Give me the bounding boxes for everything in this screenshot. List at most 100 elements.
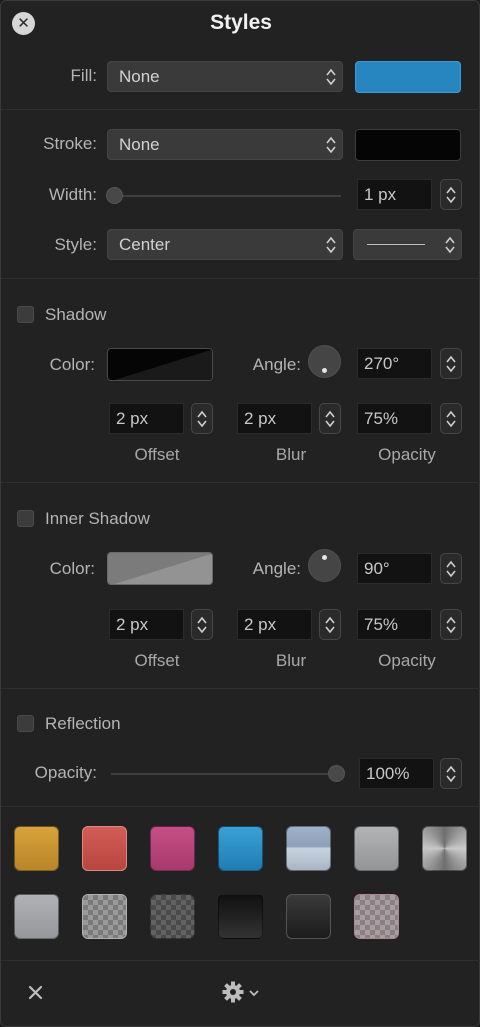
preset-checker-dark[interactable] bbox=[150, 894, 195, 939]
stroke-label: Stroke: bbox=[43, 134, 97, 153]
width-slider-track[interactable] bbox=[113, 195, 341, 197]
preset-blue[interactable] bbox=[218, 826, 263, 871]
line-style-preview bbox=[367, 244, 425, 245]
preset-light-gray[interactable] bbox=[14, 894, 59, 939]
gear-icon bbox=[222, 981, 244, 1003]
inner-shadow-angle-label: Angle: bbox=[252, 559, 301, 578]
shadow-angle-field[interactable]: 270° bbox=[357, 348, 432, 379]
reflection-opacity-stepper[interactable] bbox=[440, 758, 462, 789]
updown-arrows-icon bbox=[445, 236, 455, 254]
reflection-checkbox[interactable] bbox=[17, 715, 34, 732]
style-label: Style: bbox=[54, 235, 97, 254]
inner-shadow-opacity-field[interactable]: 75% bbox=[357, 609, 432, 640]
divider bbox=[1, 278, 480, 279]
stroke-color-well[interactable] bbox=[355, 129, 461, 161]
stepper-arrows-icon bbox=[446, 186, 456, 204]
shadow-color-label: Color: bbox=[49, 355, 95, 374]
shadow-opacity-caption: Opacity bbox=[378, 445, 436, 464]
updown-arrows-icon bbox=[326, 236, 336, 254]
shadow-offset-field[interactable]: 2 px bbox=[109, 403, 184, 434]
preset-red[interactable] bbox=[82, 826, 127, 871]
reflection-label: Reflection bbox=[45, 714, 121, 733]
inner-shadow-checkbox[interactable] bbox=[17, 510, 34, 527]
inner-shadow-color-well[interactable] bbox=[107, 552, 213, 585]
preset-pink[interactable] bbox=[150, 826, 195, 871]
divider bbox=[1, 806, 480, 807]
width-field[interactable]: 1 px bbox=[357, 179, 432, 210]
inner-shadow-blur-stepper[interactable] bbox=[319, 609, 341, 640]
inner-shadow-opacity-stepper[interactable] bbox=[440, 609, 462, 640]
shadow-label: Shadow bbox=[45, 305, 107, 324]
fill-label: Fill: bbox=[70, 66, 97, 85]
reflection-opacity-slider-knob[interactable] bbox=[328, 765, 345, 782]
reflection-opacity-field[interactable]: 100% bbox=[359, 758, 434, 789]
stepper-arrows-icon bbox=[446, 560, 456, 578]
updown-arrows-icon bbox=[326, 136, 336, 154]
stroke-select-value: None bbox=[119, 135, 160, 154]
shadow-offset-caption: Offset bbox=[134, 445, 180, 464]
shadow-angle-stepper[interactable] bbox=[440, 348, 462, 379]
inner-shadow-angle-field[interactable]: 90° bbox=[357, 553, 432, 584]
chevron-down-icon bbox=[249, 990, 259, 997]
fill-select[interactable]: None bbox=[107, 61, 343, 92]
inner-shadow-color-label: Color: bbox=[49, 559, 95, 578]
shadow-opacity-stepper[interactable] bbox=[440, 403, 462, 434]
stepper-arrows-icon bbox=[446, 355, 456, 373]
preset-sky[interactable] bbox=[286, 826, 331, 871]
shadow-angle-label: Angle: bbox=[252, 355, 301, 374]
styles-panel: ✕ Styles Fill: None Stroke: None Width: … bbox=[0, 0, 480, 1027]
inner-shadow-opacity-caption: Opacity bbox=[378, 651, 436, 670]
color-well-swatch bbox=[108, 553, 212, 584]
divider bbox=[1, 688, 480, 689]
preset-checker-pink[interactable] bbox=[354, 894, 399, 939]
stepper-arrows-icon bbox=[325, 616, 335, 634]
stroke-style-value: Center bbox=[119, 235, 171, 254]
divider bbox=[1, 960, 480, 961]
stepper-arrows-icon bbox=[446, 410, 456, 428]
shadow-offset-stepper[interactable] bbox=[191, 403, 213, 434]
stepper-arrows-icon bbox=[197, 616, 207, 634]
preset-checker-light[interactable] bbox=[82, 894, 127, 939]
stepper-arrows-icon bbox=[325, 410, 335, 428]
preset-silver[interactable] bbox=[354, 826, 399, 871]
line-style-select[interactable] bbox=[353, 229, 462, 260]
shadow-blur-stepper[interactable] bbox=[319, 403, 341, 434]
stepper-arrows-icon bbox=[197, 410, 207, 428]
divider bbox=[1, 109, 480, 110]
preset-gold[interactable] bbox=[14, 826, 59, 871]
shadow-angle-dial[interactable] bbox=[308, 345, 341, 378]
angle-indicator-dot bbox=[322, 555, 327, 560]
inner-shadow-angle-dial[interactable] bbox=[308, 549, 341, 582]
angle-indicator-dot bbox=[322, 368, 327, 373]
shadow-color-well[interactable] bbox=[107, 348, 213, 381]
fill-select-value: None bbox=[119, 67, 160, 86]
stepper-arrows-icon bbox=[446, 616, 456, 634]
x-icon[interactable] bbox=[28, 985, 43, 1000]
reflection-opacity-label: Opacity: bbox=[34, 763, 97, 782]
inner-shadow-offset-stepper[interactable] bbox=[191, 609, 213, 640]
panel-title: Styles bbox=[210, 11, 272, 34]
inner-shadow-angle-stepper[interactable] bbox=[440, 553, 462, 584]
updown-arrows-icon bbox=[326, 68, 336, 86]
width-stepper[interactable] bbox=[440, 179, 462, 210]
inner-shadow-label: Inner Shadow bbox=[45, 509, 150, 528]
width-label: Width: bbox=[48, 185, 97, 204]
gear-menu-button[interactable] bbox=[222, 981, 262, 1005]
stroke-select[interactable]: None bbox=[107, 129, 343, 160]
shadow-checkbox[interactable] bbox=[17, 306, 34, 323]
inner-shadow-blur-field[interactable]: 2 px bbox=[237, 609, 312, 640]
shadow-blur-field[interactable]: 2 px bbox=[237, 403, 312, 434]
width-slider-knob[interactable] bbox=[106, 187, 123, 204]
reflection-opacity-slider-track[interactable] bbox=[111, 773, 337, 775]
preset-black-gradient[interactable] bbox=[218, 894, 263, 939]
inner-shadow-blur-caption: Blur bbox=[275, 651, 307, 670]
inner-shadow-offset-field[interactable]: 2 px bbox=[109, 609, 184, 640]
stroke-style-select[interactable]: Center bbox=[107, 229, 343, 260]
preset-metal[interactable] bbox=[422, 826, 467, 871]
color-well-swatch bbox=[108, 349, 212, 380]
shadow-opacity-field[interactable]: 75% bbox=[357, 403, 432, 434]
stepper-arrows-icon bbox=[446, 765, 456, 783]
fill-color-well[interactable] bbox=[355, 61, 461, 93]
divider bbox=[1, 482, 480, 483]
preset-black-glossy[interactable] bbox=[286, 894, 331, 939]
